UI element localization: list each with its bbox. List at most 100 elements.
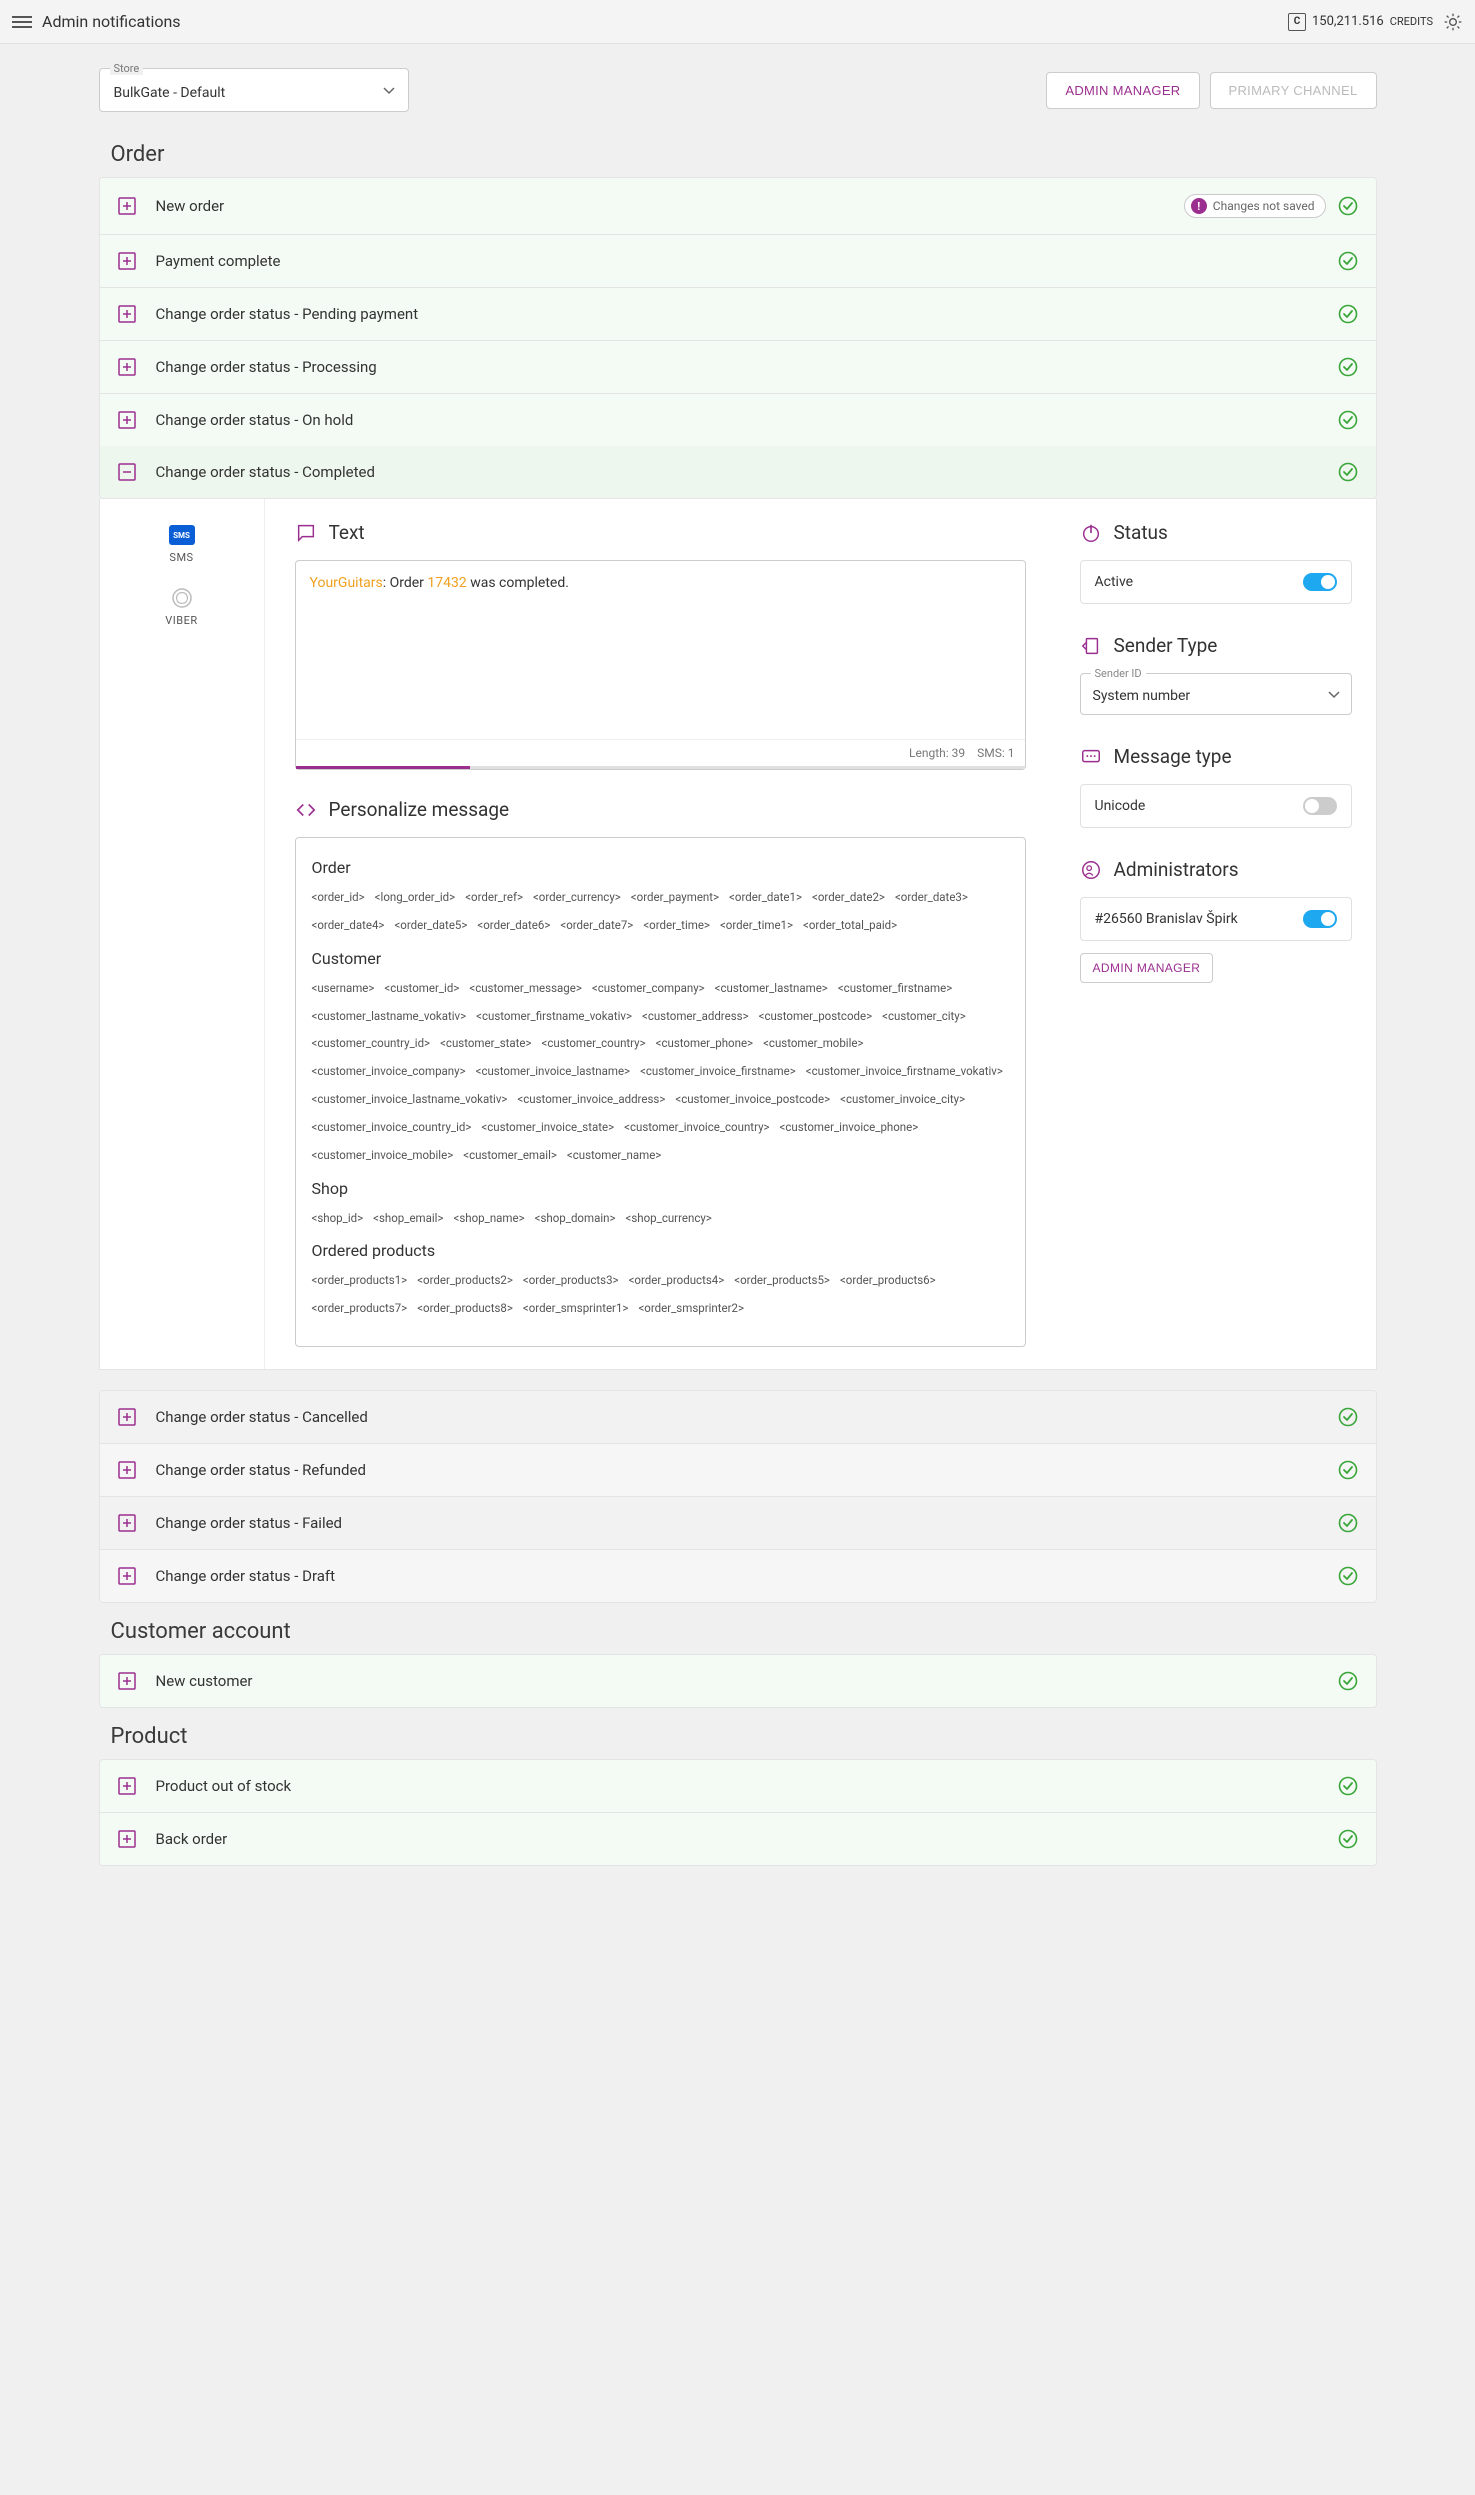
var-tag[interactable]: <customer_firstname_vokativ> (476, 1006, 632, 1028)
text-editor-body[interactable]: YourGuitars: Order 17432 was completed. (296, 561, 1025, 739)
status-switch[interactable] (1303, 573, 1337, 591)
admin-manager-button[interactable]: ADMIN MANAGER (1046, 72, 1199, 109)
order-row-4[interactable]: Change order status - On hold (100, 394, 1376, 446)
var-tag[interactable]: <customer_email> (463, 1145, 557, 1167)
channel-tab-sms[interactable]: SMS SMS (100, 517, 264, 580)
unicode-switch[interactable] (1303, 797, 1337, 815)
var-tag[interactable]: <shop_id> (312, 1208, 364, 1230)
var-tag[interactable]: <customer_id> (384, 978, 459, 1000)
var-tag[interactable]: <order_time> (643, 915, 710, 937)
collapse-icon[interactable] (118, 463, 136, 481)
var-tag[interactable]: <order_currency> (533, 887, 621, 909)
var-tag[interactable]: <shop_currency> (626, 1208, 712, 1230)
expand-icon[interactable] (118, 1408, 136, 1426)
var-tag[interactable]: <customer_company> (592, 978, 705, 1000)
var-tag[interactable]: <order_time1> (720, 915, 793, 937)
var-tag[interactable]: <customer_invoice_postcode> (675, 1089, 830, 1111)
var-tag[interactable]: <order_products1> (312, 1270, 408, 1292)
menu-icon[interactable] (12, 12, 32, 32)
var-tag[interactable]: <customer_phone> (656, 1033, 753, 1055)
var-tag[interactable]: <customer_invoice_country> (624, 1117, 769, 1139)
var-tag[interactable]: <customer_invoice_firstname> (640, 1061, 796, 1083)
expand-icon[interactable] (118, 1461, 136, 1479)
var-tag[interactable]: <customer_invoice_phone> (780, 1117, 919, 1139)
var-tag[interactable]: <customer_name> (567, 1145, 661, 1167)
settings-icon[interactable] (1443, 12, 1463, 32)
var-tag[interactable]: <customer_firstname> (838, 978, 952, 1000)
var-tag[interactable]: <customer_state> (440, 1033, 531, 1055)
var-tag[interactable]: <order_products8> (417, 1298, 513, 1320)
var-tag[interactable]: <order_total_paid> (803, 915, 897, 937)
expand-icon[interactable] (118, 1567, 136, 1585)
order-row-after-2[interactable]: Change order status - Failed (100, 1497, 1376, 1550)
accordion-row-expanded[interactable]: Change order status - Completed (100, 446, 1376, 498)
var-tag[interactable]: <order_date4> (312, 915, 385, 937)
var-tag[interactable]: <customer_invoice_firstname_vokativ> (806, 1061, 1003, 1083)
var-tag[interactable]: <order_date1> (729, 887, 802, 909)
var-tag[interactable]: <order_date3> (895, 887, 968, 909)
channel-tab-viber[interactable]: VIBER (100, 580, 264, 643)
primary-channel-button[interactable]: PRIMARY CHANNEL (1210, 72, 1377, 109)
var-tag[interactable]: <customer_mobile> (763, 1033, 863, 1055)
var-tag[interactable]: <shop_name> (454, 1208, 525, 1230)
var-tag[interactable]: <customer_invoice_lastname_vokativ> (312, 1089, 508, 1111)
var-tag[interactable]: <order_products2> (417, 1270, 513, 1292)
var-tag[interactable]: <customer_invoice_country_id> (312, 1117, 472, 1139)
order-row-1[interactable]: Payment complete (100, 235, 1376, 288)
var-tag[interactable]: <customer_invoice_company> (312, 1061, 466, 1083)
var-tag[interactable]: <customer_invoice_mobile> (312, 1145, 454, 1167)
var-tag[interactable]: <customer_address> (642, 1006, 749, 1028)
var-tag[interactable]: <order_date5> (394, 915, 467, 937)
order-row-after-0[interactable]: Change order status - Cancelled (100, 1391, 1376, 1444)
product-row-0[interactable]: Product out of stock (100, 1760, 1376, 1813)
var-tag[interactable]: <customer_country> (542, 1033, 646, 1055)
var-tag[interactable]: <order_id> (312, 887, 365, 909)
order-row-2[interactable]: Change order status - Pending payment (100, 288, 1376, 341)
order-row-after-1[interactable]: Change order status - Refunded (100, 1444, 1376, 1497)
var-tag[interactable]: <customer_invoice_state> (481, 1117, 614, 1139)
expand-icon[interactable] (118, 1672, 136, 1690)
admin-manager-btn-small[interactable]: ADMIN MANAGER (1080, 953, 1214, 983)
expand-icon[interactable] (118, 1830, 136, 1848)
store-select[interactable]: Store BulkGate - Default (99, 68, 409, 112)
sender-id-select[interactable]: Sender ID System number (1080, 673, 1352, 715)
var-tag[interactable]: <order_date6> (477, 915, 550, 937)
var-tag[interactable]: <customer_invoice_lastname> (476, 1061, 630, 1083)
var-tag[interactable]: <customer_country_id> (312, 1033, 431, 1055)
expand-icon[interactable] (118, 197, 136, 215)
var-tag[interactable]: <order_products6> (840, 1270, 936, 1292)
var-tag[interactable]: <customer_invoice_address> (517, 1089, 665, 1111)
var-tag[interactable]: <order_date2> (812, 887, 885, 909)
credits-display[interactable]: C 150,211.516 CREDITS (1288, 13, 1433, 31)
var-tag[interactable]: <order_smsprinter2> (638, 1298, 744, 1320)
expand-icon[interactable] (118, 1514, 136, 1532)
var-tag[interactable]: <customer_message> (469, 978, 582, 1000)
admin-switch[interactable] (1303, 910, 1337, 928)
order-row-3[interactable]: Change order status - Processing (100, 341, 1376, 394)
expand-icon[interactable] (118, 1777, 136, 1795)
product-row-1[interactable]: Back order (100, 1813, 1376, 1865)
var-tag[interactable]: <order_products7> (312, 1298, 408, 1320)
order-row-0[interactable]: New order!Changes not saved (100, 178, 1376, 235)
expand-icon[interactable] (118, 305, 136, 323)
var-tag[interactable]: <username> (312, 978, 375, 1000)
text-editor[interactable]: YourGuitars: Order 17432 was completed. … (295, 560, 1026, 770)
var-tag[interactable]: <shop_domain> (535, 1208, 616, 1230)
var-tag[interactable]: <order_ref> (465, 887, 523, 909)
var-tag[interactable]: <order_date7> (560, 915, 633, 937)
var-tag[interactable]: <customer_invoice_city> (840, 1089, 965, 1111)
var-tag[interactable]: <long_order_id> (375, 887, 456, 909)
var-tag[interactable]: <shop_email> (373, 1208, 443, 1230)
expand-icon[interactable] (118, 358, 136, 376)
var-tag[interactable]: <customer_lastname> (715, 978, 828, 1000)
expand-icon[interactable] (118, 411, 136, 429)
var-tag[interactable]: <customer_lastname_vokativ> (312, 1006, 467, 1028)
var-tag[interactable]: <order_smsprinter1> (523, 1298, 629, 1320)
expand-icon[interactable] (118, 252, 136, 270)
customer-row-0[interactable]: New customer (100, 1655, 1376, 1707)
order-row-after-3[interactable]: Change order status - Draft (100, 1550, 1376, 1602)
var-tag[interactable]: <order_products4> (629, 1270, 725, 1292)
var-tag[interactable]: <order_products5> (734, 1270, 830, 1292)
var-tag[interactable]: <customer_postcode> (759, 1006, 873, 1028)
var-tag[interactable]: <order_payment> (631, 887, 719, 909)
